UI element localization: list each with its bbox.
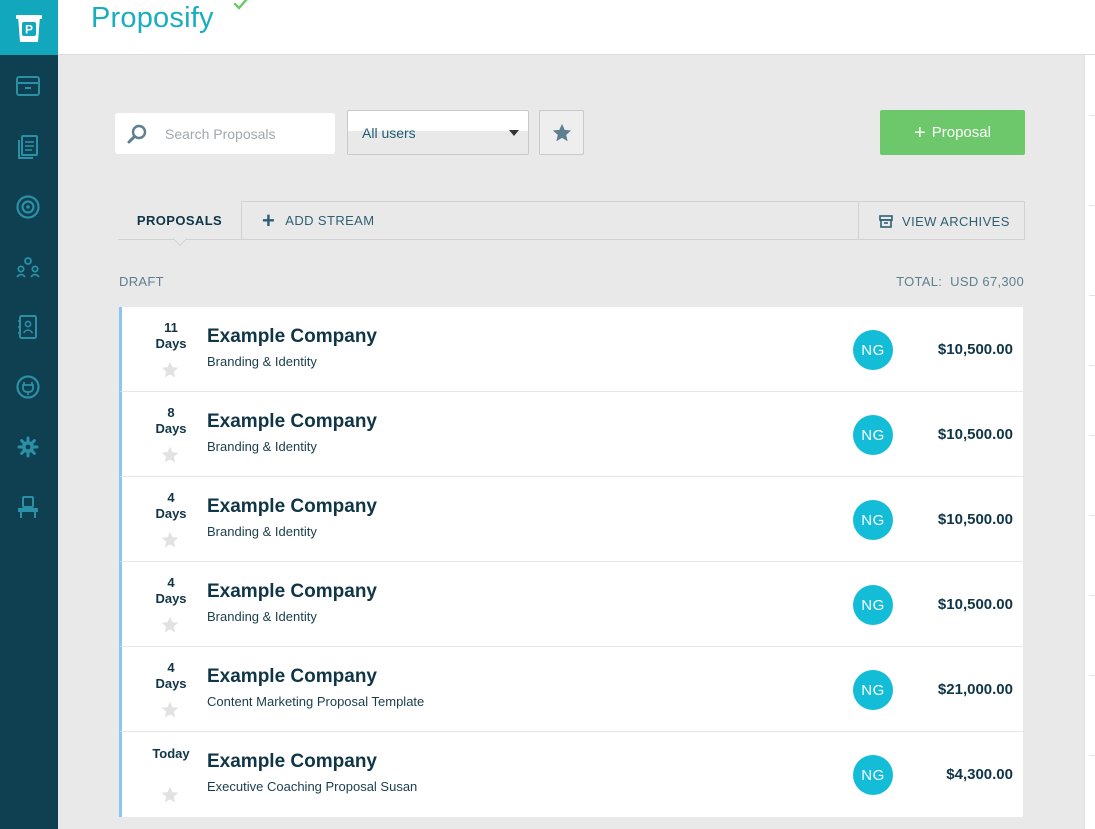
- avatar: NG: [853, 330, 893, 370]
- section-label: DRAFT: [119, 274, 164, 289]
- brand-name[interactable]: Proposify: [91, 2, 214, 35]
- contacts-icon: [18, 315, 37, 339]
- target-icon: [16, 195, 40, 219]
- view-archives-label: VIEW ARCHIVES: [902, 213, 1010, 229]
- company-name[interactable]: Example Company: [207, 581, 377, 603]
- documents-icon: [18, 135, 38, 159]
- star-icon[interactable]: [160, 360, 180, 380]
- user-filter-value: All users: [362, 125, 416, 141]
- sidebar: P: [0, 0, 58, 829]
- list-item[interactable]: Today Example Company Executive Coaching…: [119, 732, 1023, 817]
- view-archives-button[interactable]: VIEW ARCHIVES: [858, 201, 1025, 240]
- company-name[interactable]: Example Company: [207, 411, 377, 433]
- check-icon: [233, 0, 248, 10]
- nav-target[interactable]: [14, 193, 42, 221]
- days-open: 8 Days: [155, 405, 187, 436]
- nav-team[interactable]: [14, 253, 42, 281]
- proposal-list: 11 Days Example Company Branding & Identi…: [119, 307, 1023, 817]
- list-item[interactable]: 8 Days Example Company Branding & Identit…: [119, 392, 1023, 477]
- proposal-title: Executive Coaching Proposal Susan: [207, 779, 418, 794]
- avatar: NG: [853, 415, 893, 455]
- tab-proposals-label: PROPOSALS: [136, 213, 223, 228]
- proposal-title: Content Marketing Proposal Template: [207, 694, 425, 709]
- star-icon[interactable]: [160, 445, 180, 465]
- days-open: 4 Days: [155, 575, 187, 606]
- avatar: NG: [853, 670, 893, 710]
- scrollbar-gutter[interactable]: [1084, 55, 1095, 829]
- app-logo[interactable]: P: [0, 0, 58, 55]
- avatar: NG: [853, 755, 893, 795]
- user-filter-select[interactable]: All users: [347, 110, 529, 155]
- list-item[interactable]: 4 Days Example Company Content Marketing …: [119, 647, 1023, 732]
- proposal-title: Branding & Identity: [207, 609, 317, 624]
- desk-icon: [18, 496, 38, 518]
- plus-icon: +: [262, 207, 276, 233]
- section-total: TOTAL: USD 67,300: [896, 274, 1024, 289]
- proposal-amount: $4,300.00: [946, 766, 1013, 783]
- company-name[interactable]: Example Company: [207, 326, 377, 348]
- nav-documents[interactable]: [14, 133, 42, 161]
- avatar: NG: [853, 500, 893, 540]
- new-proposal-label: Proposal: [931, 124, 991, 141]
- star-icon[interactable]: [160, 785, 180, 805]
- days-open: Today: [152, 746, 190, 761]
- list-item[interactable]: 4 Days Example Company Branding & Identit…: [119, 477, 1023, 562]
- caret-down-icon: [509, 130, 519, 136]
- company-name[interactable]: Example Company: [207, 666, 377, 688]
- total-value: USD 67,300: [950, 274, 1024, 289]
- add-stream-label: ADD STREAM: [285, 213, 375, 228]
- new-proposal-button[interactable]: + Proposal: [880, 110, 1025, 155]
- proposal-amount: $21,000.00: [937, 681, 1013, 698]
- add-stream-button[interactable]: + ADD STREAM: [241, 201, 858, 240]
- proposal-title: Branding & Identity: [207, 354, 317, 369]
- company-name[interactable]: Example Company: [207, 496, 377, 518]
- avatar: NG: [853, 585, 893, 625]
- total-label: TOTAL:: [896, 274, 943, 289]
- nav-contacts[interactable]: [14, 313, 42, 341]
- nav-archive[interactable]: [14, 72, 42, 100]
- proposal-amount: $10,500.00: [937, 596, 1013, 613]
- nav-desk[interactable]: [14, 493, 42, 521]
- nav-settings[interactable]: [14, 433, 42, 461]
- plus-icon: +: [914, 121, 926, 144]
- star-icon[interactable]: [160, 530, 180, 550]
- list-item[interactable]: 4 Days Example Company Branding & Identit…: [119, 562, 1023, 647]
- search-box: [115, 113, 335, 154]
- plug-icon: [16, 375, 40, 399]
- proposal-amount: $10,500.00: [937, 511, 1013, 528]
- gear-icon: [17, 436, 39, 458]
- search-input[interactable]: [165, 113, 330, 154]
- proposal-title: Branding & Identity: [207, 439, 317, 454]
- cup-logo-icon: P: [16, 14, 42, 42]
- archive-box-icon: [879, 214, 893, 228]
- star-icon[interactable]: [160, 700, 180, 720]
- star-icon: [552, 123, 571, 141]
- star-icon[interactable]: [160, 615, 180, 635]
- archive-icon: [16, 76, 40, 96]
- team-icon: [16, 257, 40, 278]
- search-icon: [127, 124, 147, 144]
- days-open: 11 Days: [155, 320, 187, 351]
- proposal-amount: $10,500.00: [937, 341, 1013, 358]
- favorites-filter-button[interactable]: [539, 110, 584, 155]
- top-bar: Proposify: [58, 0, 1095, 55]
- stream-tabs: PROPOSALS + ADD STREAM VIEW ARCHIVES: [118, 201, 1025, 247]
- company-name[interactable]: Example Company: [207, 751, 377, 773]
- nav-integrations[interactable]: [14, 373, 42, 401]
- proposal-title: Branding & Identity: [207, 524, 317, 539]
- logo-letter: P: [25, 22, 33, 36]
- proposal-amount: $10,500.00: [937, 426, 1013, 443]
- list-item[interactable]: 11 Days Example Company Branding & Identi…: [119, 307, 1023, 392]
- days-open: 4 Days: [155, 490, 187, 521]
- days-open: 4 Days: [155, 660, 187, 691]
